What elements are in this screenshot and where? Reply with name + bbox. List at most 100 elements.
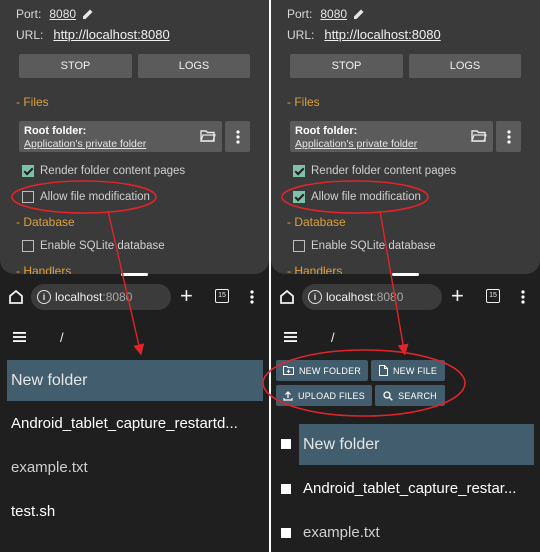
database-section-title: - Database: [287, 215, 346, 229]
new-file-button[interactable]: NEW FILE: [371, 360, 445, 381]
drag-handle[interactable]: [392, 273, 419, 276]
allow-modification-label: Allow file modification: [311, 191, 421, 203]
address-text: localhost:8080: [326, 290, 404, 304]
current-path: /: [60, 330, 64, 345]
address-bar[interactable]: i localhost:8080: [31, 284, 171, 310]
file-list-item[interactable]: Android_tablet_capture_restartd...: [11, 415, 259, 432]
browser-toolbar: i localhost:8080 + 15: [271, 283, 540, 311]
port-value[interactable]: 8080: [320, 7, 347, 21]
allow-modification-label: Allow file modification: [40, 191, 150, 203]
browser-menu-icon[interactable]: [250, 290, 254, 304]
render-pages-checkbox[interactable]: Render folder content pages: [293, 165, 456, 177]
root-folder-value[interactable]: Application's private folder: [24, 138, 146, 150]
checkbox-unchecked-icon: [22, 240, 34, 252]
stop-button[interactable]: STOP: [290, 54, 403, 78]
render-pages-label: Render folder content pages: [311, 165, 457, 177]
server-settings-panel: Port: 8080 URL: http://localhost:8080 ST…: [271, 0, 540, 274]
browser-toolbar: i localhost:8080 + 15: [0, 283, 269, 311]
edit-pencil-icon[interactable]: [82, 8, 94, 20]
root-folder-more-button[interactable]: [225, 121, 250, 152]
search-button[interactable]: SEARCH: [375, 385, 445, 406]
file-list-item[interactable]: example.txt: [11, 459, 259, 476]
folder-open-icon[interactable]: [471, 129, 487, 143]
tab-count-icon[interactable]: 15: [215, 289, 229, 303]
root-folder-label: Root folder:: [24, 125, 87, 137]
sqlite-checkbox[interactable]: Enable SQLite database: [22, 240, 165, 252]
checkbox-unchecked-icon: [22, 191, 34, 203]
files-section-title: - Files: [16, 95, 49, 109]
logs-button[interactable]: LOGS: [138, 54, 250, 78]
drag-handle[interactable]: [121, 273, 148, 276]
url-label: URL:: [16, 27, 44, 42]
allow-modification-checkbox[interactable]: Allow file modification: [293, 191, 421, 203]
handlers-section-title: - Handlers: [16, 264, 72, 274]
new-file-icon: [378, 365, 388, 376]
port-label: Port:: [287, 7, 313, 21]
file-list-item[interactable]: New folder: [299, 424, 534, 465]
checkbox-checked-icon: [293, 191, 305, 203]
file-list-item[interactable]: test.sh: [11, 503, 259, 520]
sqlite-label: Enable SQLite database: [40, 240, 165, 252]
menu-icon[interactable]: [284, 332, 297, 342]
files-section-title: - Files: [287, 95, 320, 109]
root-folder-selector[interactable]: Root folder: Application's private folde…: [290, 121, 493, 152]
menu-icon[interactable]: [13, 332, 26, 342]
file-list-item[interactable]: example.txt: [303, 524, 530, 541]
database-section-title: - Database: [16, 215, 75, 229]
root-folder-selector[interactable]: Root folder: Application's private folde…: [19, 121, 222, 152]
handlers-section-title: - Handlers: [287, 264, 343, 274]
port-value[interactable]: 8080: [49, 7, 76, 21]
url-link[interactable]: http://localhost:8080: [324, 27, 440, 42]
folder-open-icon[interactable]: [200, 129, 216, 143]
current-path: /: [331, 330, 335, 345]
upload-files-button[interactable]: UPLOAD FILES: [276, 385, 372, 406]
browser-menu-icon[interactable]: [521, 290, 525, 304]
upload-files-label: UPLOAD FILES: [298, 390, 365, 401]
file-select-checkbox[interactable]: [281, 484, 291, 494]
info-icon[interactable]: i: [308, 290, 322, 304]
search-icon: [383, 390, 393, 401]
more-vert-icon: [235, 129, 240, 144]
address-bar[interactable]: i localhost:8080: [302, 284, 442, 310]
stop-button[interactable]: STOP: [19, 54, 132, 78]
file-select-checkbox[interactable]: [281, 528, 291, 538]
home-icon[interactable]: [7, 288, 25, 306]
tab-count-icon[interactable]: 15: [486, 289, 500, 303]
sqlite-label: Enable SQLite database: [311, 240, 436, 252]
new-tab-icon[interactable]: +: [180, 285, 193, 307]
home-icon[interactable]: [278, 288, 296, 306]
port-row: Port: 8080: [16, 7, 94, 21]
file-list-header: /: [271, 318, 540, 356]
create-folder-icon: [282, 366, 294, 375]
url-label: URL:: [287, 27, 315, 42]
file-list-item[interactable]: Android_tablet_capture_restar...: [303, 480, 530, 497]
render-pages-checkbox[interactable]: Render folder content pages: [22, 165, 185, 177]
port-label: Port:: [16, 7, 42, 21]
sqlite-checkbox[interactable]: Enable SQLite database: [293, 240, 436, 252]
allow-modification-checkbox[interactable]: Allow file modification: [22, 191, 150, 203]
new-folder-button[interactable]: NEW FOLDER: [276, 360, 368, 381]
checkbox-checked-icon: [22, 165, 34, 177]
more-vert-icon: [506, 129, 511, 144]
file-select-checkbox[interactable]: [281, 439, 291, 449]
info-icon[interactable]: i: [37, 290, 51, 304]
url-link[interactable]: http://localhost:8080: [53, 27, 169, 42]
new-tab-icon[interactable]: +: [451, 285, 464, 307]
checkbox-checked-icon: [293, 165, 305, 177]
file-list-item[interactable]: New folder: [7, 360, 263, 401]
address-text: localhost:8080: [55, 290, 133, 304]
port-row: Port: 8080: [287, 7, 365, 21]
file-list-header: /: [0, 318, 269, 356]
new-folder-label: NEW FOLDER: [298, 365, 361, 376]
edit-pencil-icon[interactable]: [353, 8, 365, 20]
render-pages-label: Render folder content pages: [40, 165, 186, 177]
new-file-label: NEW FILE: [392, 365, 438, 376]
right-screen: Port: 8080 URL: http://localhost:8080 ST…: [271, 0, 540, 552]
logs-button[interactable]: LOGS: [409, 54, 521, 78]
checkbox-unchecked-icon: [293, 240, 305, 252]
root-folder-label: Root folder:: [295, 125, 358, 137]
search-label: SEARCH: [398, 390, 437, 401]
upload-icon: [283, 390, 293, 401]
root-folder-more-button[interactable]: [496, 121, 521, 152]
root-folder-value[interactable]: Application's private folder: [295, 138, 417, 150]
